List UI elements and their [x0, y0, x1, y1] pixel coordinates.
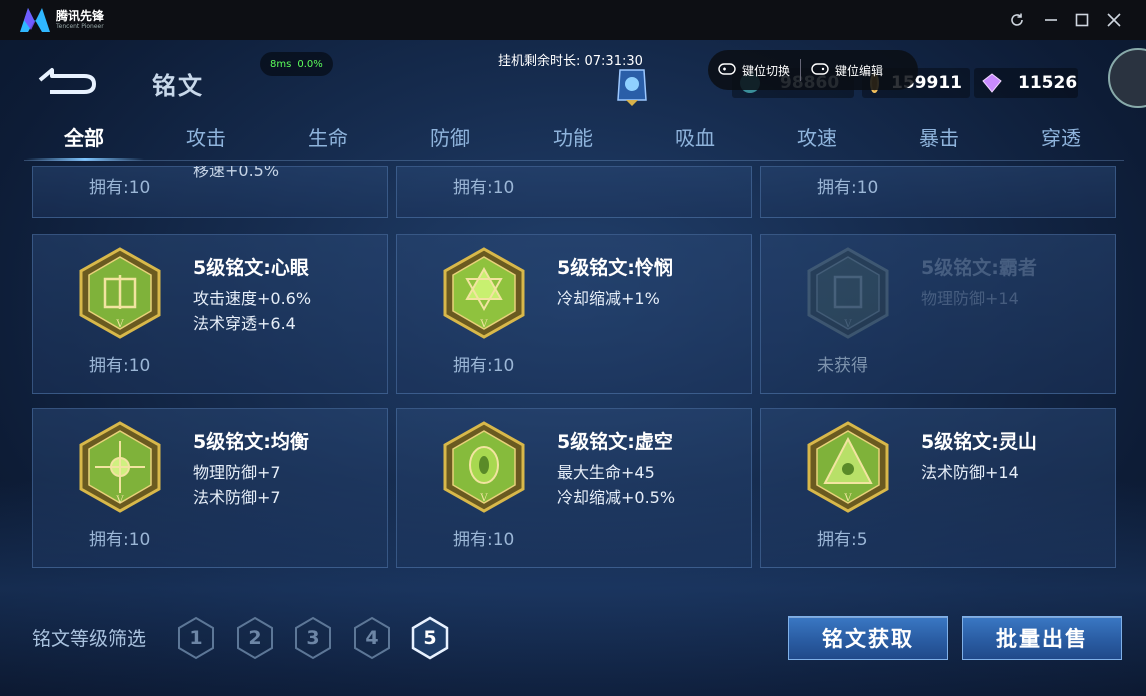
card-owned-status: 未获得 — [817, 356, 868, 376]
card-stat: 攻击速度+0.6% — [193, 289, 312, 308]
card-owned-count: 拥有:10 — [89, 530, 151, 550]
level-filter-number: 2 — [248, 627, 262, 649]
card-stat: 法术穿透+6.4 — [193, 314, 296, 333]
diamond-currency: 11526 — [974, 68, 1078, 98]
keymap-switch-label: 键位切换 — [742, 63, 791, 78]
card-owned-count: 拥有:10 — [453, 530, 515, 550]
inscription-gem-icon: V — [807, 421, 889, 513]
card-stat: 冷却缩减+0.5% — [557, 488, 676, 507]
inscription-grid[interactable]: 移速+0.5% 拥有:10 拥有:10 拥有:10 V 5级铭文:心眼 攻击速度… — [30, 166, 1118, 606]
card-owned-count: 拥有:10 — [89, 178, 151, 198]
level-filter-label: 铭文等级筛选 — [32, 628, 147, 650]
svg-text:V: V — [115, 319, 124, 330]
inscription-gem-icon: V — [807, 247, 889, 339]
level-filter-4[interactable]: 4 — [352, 616, 392, 660]
inscription-book-icon[interactable] — [612, 66, 652, 106]
gamepad-icon — [718, 62, 736, 79]
back-button[interactable] — [36, 64, 98, 94]
tab-crit[interactable]: 暴击 — [879, 118, 999, 158]
svg-text:V: V — [479, 493, 488, 504]
card-owned-count: 拥有:5 — [817, 530, 868, 550]
tab-attack-speed[interactable]: 攻速 — [757, 118, 877, 158]
bulk-sell-button[interactable]: 批量出售 — [962, 616, 1122, 660]
card-owned-count: 拥有:10 — [89, 356, 151, 376]
card-stat: 最大生命+45 — [557, 463, 655, 482]
card-stat: 移速+0.5% — [193, 166, 280, 180]
pioneer-logo-icon — [18, 6, 52, 34]
card-stat: 物理防御+7 — [193, 463, 281, 482]
inscription-gem-icon: V — [443, 421, 525, 513]
category-tabs: 全部 攻击 生命 防御 功能 吸血 攻速 暴击 穿透 — [24, 118, 1124, 162]
card-owned-count: 拥有:10 — [453, 178, 515, 198]
card-stat: 法术防御+14 — [921, 463, 1019, 482]
gamepad-edit-icon — [811, 62, 829, 79]
level-filter-5[interactable]: 5 — [410, 616, 450, 660]
inscription-card[interactable]: 拥有:10 — [396, 166, 752, 218]
player-avatar[interactable] — [1108, 48, 1146, 108]
card-name: 5级铭文:均衡 — [193, 431, 309, 453]
keymap-switch-button[interactable]: 键位切换 — [708, 62, 800, 79]
level-filter-1[interactable]: 1 — [176, 616, 216, 660]
tab-defense[interactable]: 防御 — [390, 118, 510, 158]
tab-lifesteal[interactable]: 吸血 — [635, 118, 755, 158]
page-title: 铭文 — [152, 72, 204, 100]
card-name: 5级铭文:虚空 — [557, 431, 673, 453]
minimize-icon[interactable] — [1041, 10, 1061, 30]
network-ping-badge: 8ms 0.0% — [260, 52, 333, 76]
card-owned-count: 拥有:10 — [453, 356, 515, 376]
inscription-card-xukong[interactable]: V 5级铭文:虚空 最大生命+45 冷却缩减+0.5% 拥有:10 — [396, 408, 752, 568]
ping-ms: 8ms — [270, 58, 292, 70]
inscription-card-lianmin[interactable]: V 5级铭文:怜悯 冷却缩减+1% 拥有:10 — [396, 234, 752, 394]
diamond-icon — [982, 73, 1002, 93]
level-filter-number: 4 — [365, 627, 379, 649]
card-stat: 法术防御+7 — [193, 488, 281, 507]
level-filter-number: 5 — [423, 627, 437, 649]
diamond-value: 11526 — [1018, 73, 1078, 93]
card-name: 5级铭文:灵山 — [921, 431, 1037, 453]
tab-all[interactable]: 全部 — [24, 118, 144, 161]
svg-text:V: V — [843, 493, 852, 504]
keymap-edit-label: 键位编辑 — [835, 63, 884, 78]
inscription-card[interactable]: 移速+0.5% 拥有:10 — [32, 166, 388, 218]
card-owned-count: 拥有:10 — [817, 178, 879, 198]
close-icon[interactable] — [1104, 10, 1124, 30]
inscription-card-junheng[interactable]: V 5级铭文:均衡 物理防御+7 法术防御+7 拥有:10 — [32, 408, 388, 568]
card-name: 5级铭文:霸者 — [921, 257, 1037, 279]
card-name: 5级铭文:心眼 — [193, 257, 309, 279]
inscription-card[interactable]: 拥有:10 — [760, 166, 1116, 218]
logo-subtitle: Tencent Pioneer — [56, 23, 104, 30]
level-filter-number: 3 — [306, 627, 320, 649]
keymap-overlay: 键位切换 键位编辑 — [708, 50, 918, 90]
inscription-gem-icon: V — [443, 247, 525, 339]
ping-loss: 0.0% — [297, 58, 323, 70]
inscription-card-lingshan[interactable]: V 5级铭文:灵山 法术防御+14 拥有:5 — [760, 408, 1116, 568]
refresh-icon[interactable] — [1007, 10, 1027, 30]
app-logo: 腾讯先锋 Tencent Pioneer — [18, 6, 104, 34]
inscription-gem-icon: V — [79, 247, 161, 339]
svg-text:V: V — [479, 319, 488, 330]
tab-health[interactable]: 生命 — [268, 118, 388, 158]
window-titlebar: 腾讯先锋 Tencent Pioneer — [0, 0, 1146, 40]
keymap-edit-button[interactable]: 键位编辑 — [801, 62, 893, 79]
tab-utility[interactable]: 功能 — [513, 118, 633, 158]
svg-text:V: V — [115, 495, 124, 506]
inscription-card-xinyan[interactable]: V 5级铭文:心眼 攻击速度+0.6% 法术穿透+6.4 拥有:10 — [32, 234, 388, 394]
tab-penetration[interactable]: 穿透 — [1001, 118, 1121, 158]
card-name: 5级铭文:怜悯 — [557, 257, 673, 279]
level-filter-3[interactable]: 3 — [293, 616, 333, 660]
level-filter-number: 1 — [189, 627, 203, 649]
card-stat: 冷却缩减+1% — [557, 289, 660, 308]
tab-label: 全部 — [64, 126, 104, 150]
card-stat: 物理防御+14 — [921, 289, 1019, 308]
acquire-inscription-button[interactable]: 铭文获取 — [788, 616, 948, 660]
svg-text:V: V — [843, 319, 852, 330]
level-filter-2[interactable]: 2 — [235, 616, 275, 660]
maximize-icon[interactable] — [1072, 10, 1092, 30]
inscription-gem-icon: V — [79, 421, 161, 513]
logo-title: 腾讯先锋 — [56, 9, 105, 23]
tab-attack[interactable]: 攻击 — [146, 118, 266, 158]
inscription-card-bazhe[interactable]: V 5级铭文:霸者 物理防御+14 未获得 — [760, 234, 1116, 394]
game-viewport[interactable]: 铭文 8ms 0.0% 挂机剩余时长: 07:31:30 98860 15991… — [0, 40, 1146, 696]
tabs-divider — [24, 160, 1124, 161]
